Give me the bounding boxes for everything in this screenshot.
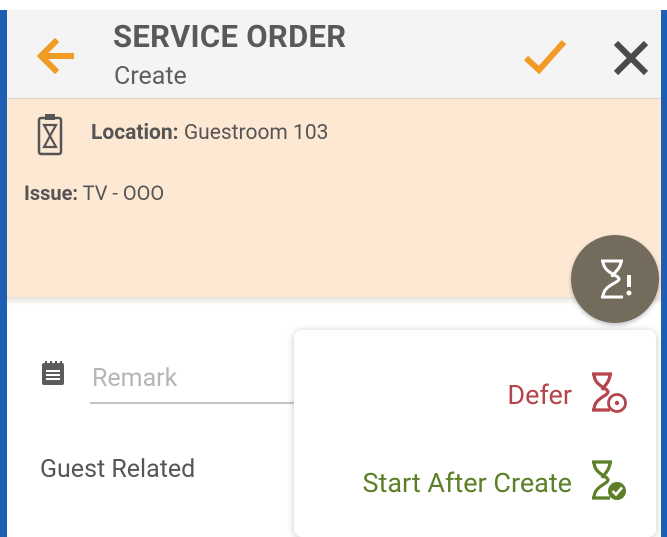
location-label: Location: — [91, 121, 179, 145]
hourglass-clipboard-icon — [37, 112, 63, 156]
remark-input[interactable] — [90, 354, 314, 404]
window-frame-top — [0, 0, 667, 10]
window-frame-right — [661, 0, 667, 537]
checkmark-icon[interactable] — [520, 32, 568, 80]
hourglass-alert-icon — [601, 259, 632, 299]
menu-item-start-after-create[interactable]: Start After Create — [362, 458, 628, 508]
back-arrow-icon[interactable] — [35, 36, 75, 76]
menu-item-defer[interactable]: Defer — [507, 370, 628, 420]
close-icon[interactable] — [609, 36, 653, 80]
hourglass-check-icon — [586, 458, 628, 508]
action-popup-menu: Defer Start After Create — [294, 330, 656, 537]
page-subtitle: Create — [114, 62, 187, 91]
app-header: SERVICE ORDER Create — [7, 10, 661, 99]
location-row: Location: Guestroom 103 — [91, 121, 328, 145]
hourglass-alert-fab-button[interactable] — [571, 235, 659, 323]
issue-label: Issue: — [24, 181, 79, 205]
menu-item-label: Start After Create — [362, 467, 572, 499]
window-frame-left — [0, 0, 7, 537]
hourglass-clock-icon — [586, 370, 628, 420]
order-info-panel: Location: Guestroom 103 Issue: TV - OOO — [7, 99, 661, 297]
page-title: SERVICE ORDER — [113, 18, 347, 55]
issue-value: TV - OOO — [82, 181, 165, 205]
guest-related-label: Guest Related — [40, 455, 196, 484]
panel-shadow — [7, 297, 661, 305]
issue-row: Issue: TV - OOO — [24, 181, 164, 205]
notepad-icon — [41, 360, 65, 386]
menu-item-label: Defer — [507, 379, 572, 411]
location-value: Guestroom 103 — [183, 121, 329, 145]
